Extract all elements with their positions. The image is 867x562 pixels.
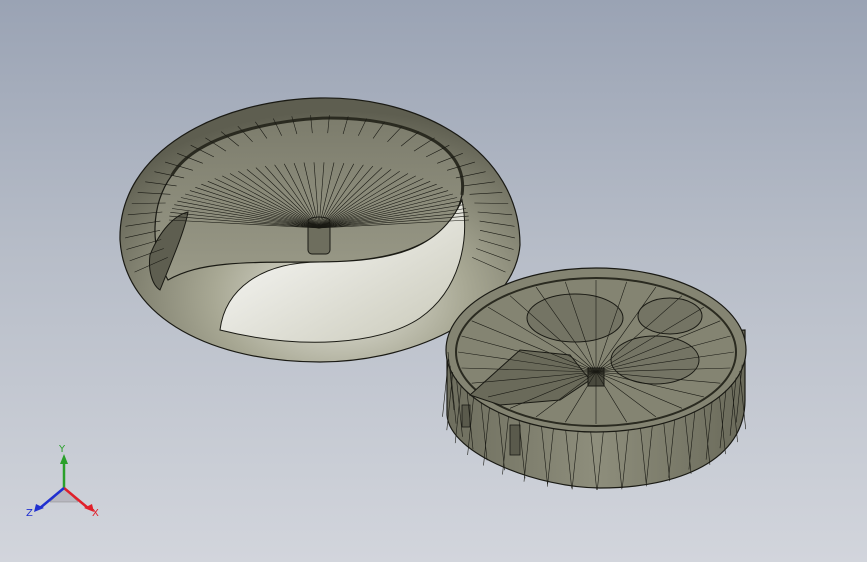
triad-x-label: X <box>92 508 99 519</box>
model-scene[interactable] <box>0 0 867 562</box>
triad-y-arrow <box>60 454 68 464</box>
triad-y-label: Y <box>58 444 66 455</box>
graphics-viewport[interactable]: Y X Z <box>0 0 867 562</box>
lid-pocket-right-top <box>637 297 703 335</box>
lid-part[interactable] <box>442 267 747 490</box>
lid-pocket-right-bottom <box>610 335 700 385</box>
lid-clip-front <box>509 424 521 456</box>
orientation-triad[interactable]: Y X Z <box>22 440 112 530</box>
triad-z-label: Z <box>26 508 33 519</box>
